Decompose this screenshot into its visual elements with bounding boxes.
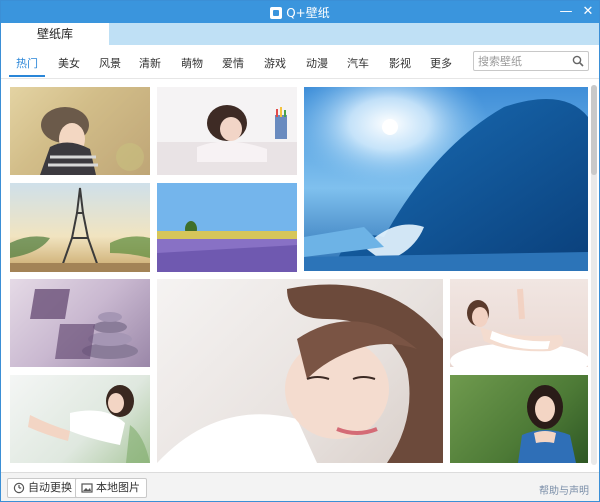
wallpaper-lavender-field-image	[157, 183, 297, 272]
category-anime[interactable]: 动漫	[306, 55, 328, 71]
active-category-indicator	[9, 75, 45, 77]
wallpaper-girl-bath[interactable]	[450, 279, 588, 367]
auto-change-label: 自动更换	[28, 481, 72, 494]
auto-change-button[interactable]: 自动更换	[7, 478, 79, 498]
category-scenery[interactable]: 风景	[99, 55, 121, 71]
title-bar[interactable]: Q+壁纸 — ✕	[1, 1, 599, 23]
category-fresh[interactable]: 清新	[139, 55, 161, 71]
category-cute[interactable]: 萌物	[181, 55, 203, 71]
category-beauty[interactable]: 美女	[58, 55, 80, 71]
category-cars[interactable]: 汽车	[347, 55, 369, 71]
window-title-text: Q+壁纸	[286, 6, 330, 20]
wallpaper-girl-green-bg-image	[518, 385, 576, 463]
search-input[interactable]	[478, 53, 568, 69]
search-box[interactable]	[473, 51, 589, 71]
category-movies[interactable]: 影视	[389, 55, 411, 71]
footer-bar: 自动更换 本地图片 帮助与声明	[1, 472, 599, 501]
close-button[interactable]: ✕	[577, 1, 599, 23]
wallpaper-eiffel-tower[interactable]	[10, 183, 150, 272]
wallpaper-girl-green-bg[interactable]	[450, 375, 588, 463]
wallpaper-girl-hat[interactable]	[10, 87, 150, 175]
wallpaper-girl-drawing[interactable]	[157, 87, 297, 175]
wallpaper-girl-closeup-image	[157, 284, 443, 463]
minimize-button[interactable]: —	[555, 1, 577, 23]
wallpaper-girl-closeup[interactable]	[157, 279, 443, 463]
wallpaper-girl-bath-image	[450, 288, 588, 367]
wallpaper-grid	[1, 80, 599, 472]
wallpaper-girl-white-shirt[interactable]	[10, 375, 150, 463]
category-hot[interactable]: 热门	[16, 55, 38, 71]
tab-wallpaper-library[interactable]: 壁纸库	[1, 23, 109, 45]
wallpaper-girl-drawing-image	[157, 87, 297, 175]
category-love[interactable]: 爱情	[222, 55, 244, 71]
app-logo-icon	[270, 7, 283, 19]
search-icon[interactable]	[572, 55, 584, 67]
category-more[interactable]: 更多	[430, 55, 452, 71]
gallery-scrollbar-thumb[interactable]	[591, 85, 597, 175]
tab-bar: 壁纸库	[1, 23, 599, 45]
category-games[interactable]: 游戏	[264, 55, 286, 71]
wallpaper-girl-hat-image	[10, 87, 150, 175]
image-icon	[81, 483, 93, 493]
wallpaper-girl-white-shirt-image	[28, 385, 150, 463]
window-title: Q+壁纸	[1, 4, 599, 21]
wallpaper-lavender-field[interactable]	[157, 183, 297, 272]
help-link[interactable]: 帮助与声明	[539, 482, 589, 497]
clock-icon	[13, 482, 25, 494]
gallery-scrollbar[interactable]	[591, 85, 597, 465]
local-images-label: 本地图片	[96, 481, 140, 494]
wallpaper-ocean-wave-image	[304, 87, 588, 271]
wallpaper-stones-text[interactable]	[10, 279, 150, 367]
app-window: Q+壁纸 — ✕ 壁纸库 热门 美女 风景 清新 萌物 爱情 游戏 动漫 汽车 …	[0, 0, 600, 502]
wallpaper-eiffel-tower-image	[10, 187, 150, 272]
wallpaper-ocean-wave[interactable]	[304, 87, 588, 271]
local-images-button[interactable]: 本地图片	[75, 478, 147, 498]
wallpaper-stones-text-image	[30, 289, 138, 359]
